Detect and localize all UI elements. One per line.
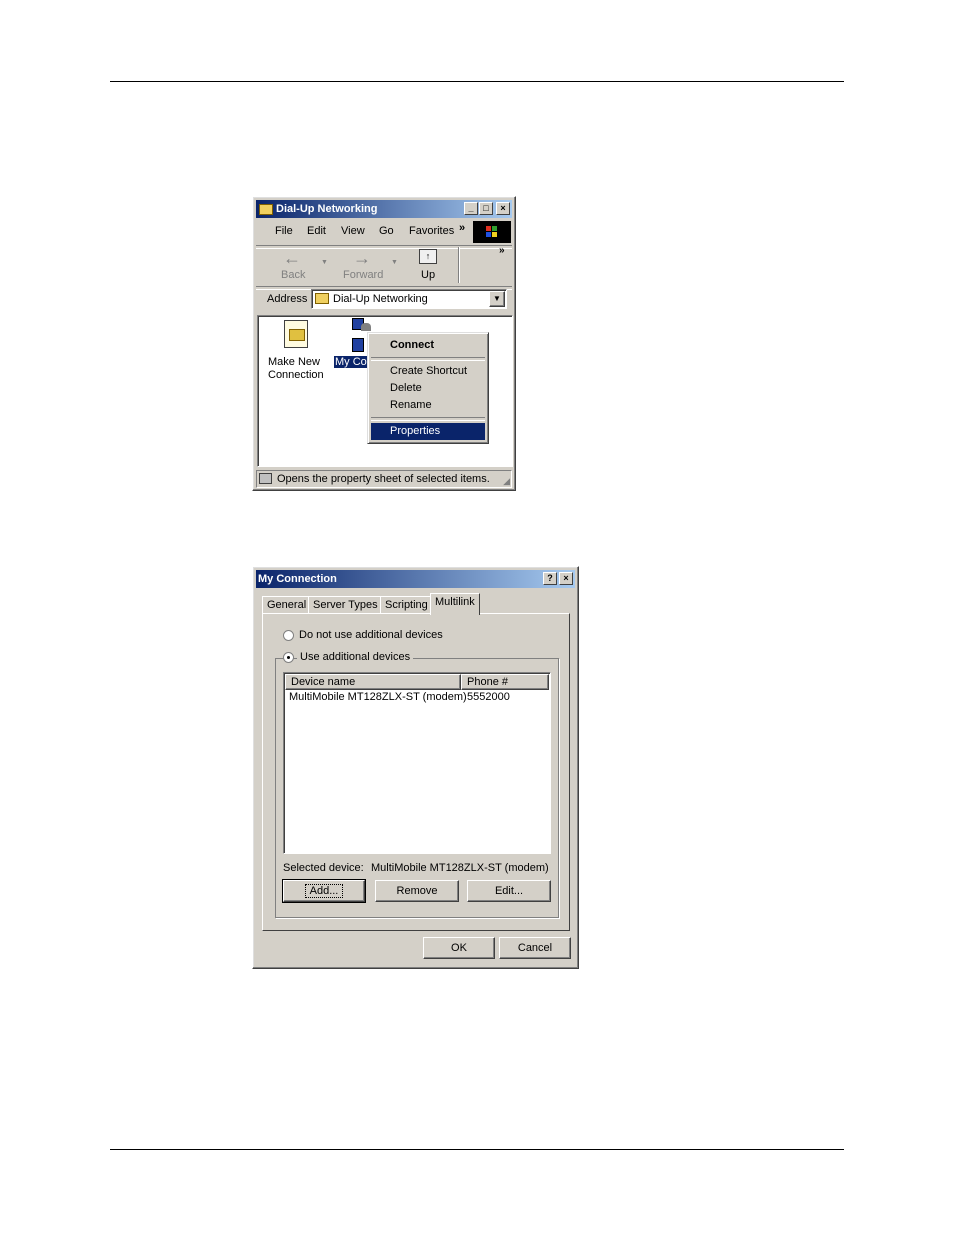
menu-more[interactable]: » <box>459 222 465 234</box>
maximize-button[interactable]: □ <box>479 202 493 215</box>
up-button[interactable]: ↑ Up <box>411 247 447 285</box>
up-label: Up <box>421 269 436 281</box>
address-dropdown-button[interactable]: ▼ <box>489 291 505 307</box>
back-dropdown-icon[interactable]: ▼ <box>321 259 328 266</box>
device-name-cell: MultiMobile MT128ZLX-ST (modem) <box>289 691 467 703</box>
column-phone[interactable]: Phone # <box>461 674 549 690</box>
menu-go[interactable]: Go <box>379 225 394 237</box>
menu-item-rename[interactable]: Rename <box>390 399 432 411</box>
radio-no-additional-label[interactable]: Do not use additional devices <box>299 629 443 641</box>
phone-cell: 5552000 <box>467 691 510 703</box>
windows-flag-icon <box>486 226 497 237</box>
dial-up-networking-window: Dial-Up Networking _ □ × File Edit View … <box>252 196 516 491</box>
tab-multilink[interactable]: Multilink <box>430 593 480 615</box>
windows-logo <box>473 221 511 243</box>
minimize-button[interactable]: _ <box>464 202 478 215</box>
edit-button-label: Edit... <box>494 885 524 897</box>
menu-bar: File Edit View Go Favorites » <box>261 222 471 241</box>
radio-use-additional-label[interactable]: Use additional devices <box>297 651 414 663</box>
help-button[interactable]: ? <box>543 572 557 585</box>
menu-view[interactable]: View <box>341 225 365 237</box>
footer-rule <box>110 1149 844 1150</box>
radio-no-additional[interactable] <box>283 630 294 641</box>
tab-general[interactable]: General <box>262 596 312 614</box>
back-button[interactable]: ← Back <box>265 249 321 285</box>
selected-device-value: MultiMobile MT128ZLX-ST (modem) <box>371 862 549 874</box>
context-separator-2 <box>371 417 485 421</box>
cancel-button-label: Cancel <box>517 942 553 954</box>
forward-dropdown-icon[interactable]: ▼ <box>391 259 398 266</box>
radio-use-additional[interactable] <box>283 652 294 663</box>
forward-button[interactable]: → Forward <box>333 249 393 285</box>
status-text: Opens the property sheet of selected ite… <box>277 473 490 485</box>
remove-button[interactable]: Remove <box>375 880 459 902</box>
forward-arrow-icon: → <box>353 248 371 268</box>
cancel-button[interactable]: Cancel <box>499 937 571 959</box>
ok-button-label: OK <box>451 942 467 954</box>
make-new-connection-icon <box>284 320 308 348</box>
title-bar[interactable]: Dial-Up Networking _ □ × <box>256 200 512 218</box>
context-menu: Connect Create Shortcut Delete Rename Pr… <box>367 332 489 444</box>
make-new-connection-item[interactable]: Make New Connection <box>264 320 326 384</box>
menu-item-create-shortcut[interactable]: Create Shortcut <box>390 365 467 377</box>
column-device-name[interactable]: Device name <box>285 674 461 690</box>
menu-item-properties[interactable]: Properties <box>371 423 485 440</box>
dialog-title-bar[interactable]: My Connection ? × <box>256 570 575 588</box>
dialog-close-button[interactable]: × <box>559 572 573 585</box>
column-device-name-label: Device name <box>291 676 356 688</box>
add-button-label: Add... <box>304 884 344 898</box>
address-input[interactable]: Dial-Up Networking ▼ <box>311 289 507 309</box>
up-folder-icon: ↑ <box>419 249 437 264</box>
context-separator-1 <box>371 357 485 361</box>
remove-button-label: Remove <box>396 885 438 897</box>
device-list[interactable]: Device name Phone # MultiMobile MT128ZLX… <box>283 672 551 854</box>
menu-edit[interactable]: Edit <box>307 225 326 237</box>
address-value: Dial-Up Networking <box>333 293 428 305</box>
forward-label: Forward <box>343 269 384 281</box>
header-rule <box>110 81 844 82</box>
edit-button[interactable]: Edit... <box>467 880 551 902</box>
add-button[interactable]: Add... <box>282 879 366 903</box>
selected-device-label: Selected device: <box>283 862 364 874</box>
menu-file[interactable]: File <box>275 225 293 237</box>
my-connection-dialog: My Connection ? × General Server Types S… <box>252 566 579 969</box>
table-row[interactable]: MultiMobile MT128ZLX-ST (modem) 5552000 <box>285 691 549 705</box>
my-connection-label: My Co <box>334 356 368 368</box>
tab-panel: Do not use additional devices Use additi… <box>262 613 570 931</box>
status-bar: Opens the property sheet of selected ite… <box>256 470 512 488</box>
back-arrow-icon: ← <box>283 248 301 268</box>
properties-label: Properties <box>390 425 441 437</box>
computer-icon <box>259 473 272 484</box>
tab-scripting[interactable]: Scripting <box>380 596 433 614</box>
menu-item-connect[interactable]: Connect <box>390 339 434 351</box>
dialog-title: My Connection <box>258 573 337 585</box>
back-label: Back <box>281 269 306 281</box>
column-phone-label: Phone # <box>467 676 508 688</box>
folder-icon <box>259 204 273 215</box>
window-title: Dial-Up Networking <box>276 203 378 215</box>
ok-button[interactable]: OK <box>423 937 495 959</box>
resize-grip-icon[interactable]: ◢ <box>503 476 510 487</box>
my-connection-icon-2 <box>352 338 364 352</box>
menu-item-delete[interactable]: Delete <box>390 382 422 394</box>
make-new-connection-label: Make New Connection <box>268 356 324 381</box>
tab-server-types[interactable]: Server Types <box>308 596 383 614</box>
menu-favorites[interactable]: Favorites <box>409 225 454 237</box>
toolbar-separator <box>458 247 460 283</box>
address-label: Address <box>267 293 308 305</box>
close-button[interactable]: × <box>496 202 510 215</box>
address-folder-icon <box>315 293 329 304</box>
tab-strip: General Server Types Scripting Multilink <box>262 593 572 615</box>
toolbar-more[interactable]: » <box>499 245 505 256</box>
